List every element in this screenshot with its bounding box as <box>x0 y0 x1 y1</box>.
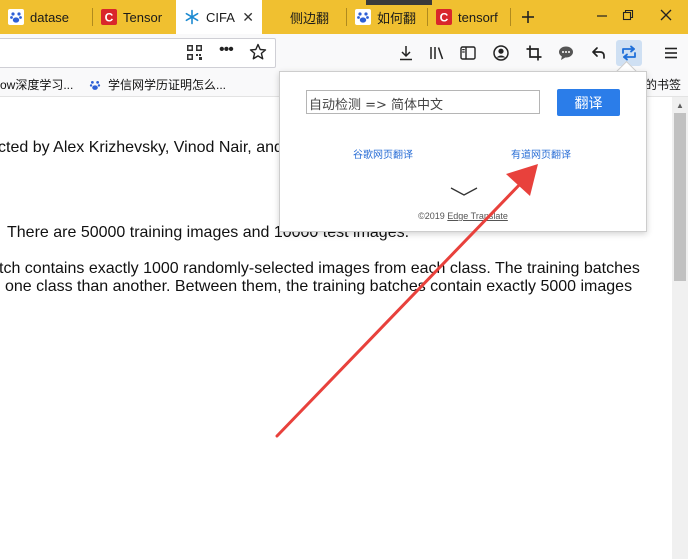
bookmark-label: 学信网学历证明怎么... <box>108 78 227 92</box>
new-tab-button[interactable] <box>514 0 542 34</box>
other-bookmarks[interactable]: 的书签 <box>645 76 681 93</box>
url-bar[interactable]: ••• <box>0 38 276 68</box>
restore-icon <box>622 9 634 21</box>
plus-icon <box>522 11 534 23</box>
paragraph-line: cted by Alex Krizhevsky, Vinod Nair, and <box>0 139 283 156</box>
chat-bubble-icon <box>559 46 573 60</box>
bookmark-label: ow深度学习... <box>0 78 74 92</box>
paragraph-line: tch contains exactly 1000 randomly-selec… <box>0 260 640 277</box>
google-translate-link[interactable]: 谷歌网页翻译 <box>353 146 413 161</box>
undo-arrow-icon <box>592 47 605 59</box>
menu-button[interactable] <box>658 40 684 66</box>
sidebar-icon <box>460 46 476 60</box>
csdn-icon: C <box>436 9 452 25</box>
svg-text:C: C <box>440 11 449 25</box>
copyright-text: ©2019 <box>418 211 448 221</box>
translate-swap-icon <box>622 45 636 61</box>
tab-how-translate[interactable]: 如何翻 <box>347 0 427 34</box>
csdn-icon: C <box>101 9 117 25</box>
translate-button[interactable]: 翻译 <box>557 89 620 116</box>
library-button[interactable] <box>424 40 450 66</box>
tab-label: tensorf <box>458 9 498 25</box>
tab-label: 侧边翻 <box>290 10 330 26</box>
tab-cifar[interactable]: CIFA ✕ <box>176 0 262 34</box>
edge-translate-button[interactable] <box>616 40 642 66</box>
minimize-icon <box>597 15 607 17</box>
bookmark-item[interactable]: 学信网学历证明怎么... <box>88 76 226 93</box>
tab-label: 如何翻 <box>377 10 417 26</box>
scroll-up-arrow-icon[interactable]: ▲ <box>672 97 688 113</box>
copyright-footer: ©2019 Edge Translate <box>280 211 646 221</box>
hamburger-menu-icon <box>665 47 677 59</box>
chat-extension-button[interactable] <box>553 40 579 66</box>
tab-sidebar-translate[interactable]: 侧边翻 <box>262 0 346 34</box>
baidu-paw-icon <box>8 9 24 25</box>
tab-bar: datase C Tensor CIFA ✕ 侧边翻 如何翻 C tensorf <box>0 0 688 34</box>
youdao-translate-link[interactable]: 有道网页翻译 <box>511 146 571 161</box>
baidu-paw-icon <box>88 78 102 92</box>
download-button[interactable] <box>393 40 419 66</box>
undo-button[interactable] <box>585 40 611 66</box>
tab-tensor[interactable]: C Tensor <box>93 0 176 34</box>
edge-translate-link[interactable]: Edge Translate <box>447 211 508 221</box>
close-icon[interactable]: ✕ <box>242 9 254 26</box>
qr-code-icon[interactable] <box>187 45 202 65</box>
minimize-button[interactable] <box>590 0 614 30</box>
tab-dataset[interactable]: datase <box>0 0 92 34</box>
restore-button[interactable] <box>616 0 640 30</box>
sidebar-button[interactable] <box>455 40 481 66</box>
download-icon <box>400 46 412 61</box>
baidu-paw-icon <box>355 9 371 25</box>
navigation-toolbar: ••• <box>0 34 688 73</box>
tab-label: datase <box>30 9 70 25</box>
crop-icon <box>526 45 542 61</box>
tab-separator <box>510 8 511 26</box>
scrollbar-thumb[interactable] <box>674 113 686 281</box>
tab-label: CIFA <box>206 9 235 25</box>
svg-text:C: C <box>105 11 114 25</box>
snowflake-icon <box>184 9 200 25</box>
tab-tensorflow[interactable]: C tensorf <box>428 0 510 34</box>
language-input[interactable]: 自动检测 => 简体中文 <box>306 90 540 114</box>
more-actions-icon[interactable]: ••• <box>219 41 234 59</box>
bookmark-star-icon[interactable] <box>249 43 267 66</box>
close-icon <box>660 9 672 21</box>
edge-translate-popup: 自动检测 => 简体中文 翻译 谷歌网页翻译 有道网页翻译 ©2019 Edge… <box>279 71 647 232</box>
account-icon <box>493 45 509 61</box>
bookmark-label: 的书签 <box>645 78 682 92</box>
library-icon <box>430 47 444 60</box>
paragraph-line: one class than another. Between them, th… <box>5 278 633 295</box>
screenshot-button[interactable] <box>521 40 547 66</box>
vertical-scrollbar[interactable]: ▲ <box>672 97 688 559</box>
bookmark-item[interactable]: ow深度学习... <box>0 76 73 93</box>
account-button[interactable] <box>488 40 514 66</box>
tab-label: Tensor <box>123 9 163 25</box>
close-window-button[interactable] <box>644 0 688 30</box>
chevron-down-icon[interactable] <box>450 185 478 203</box>
